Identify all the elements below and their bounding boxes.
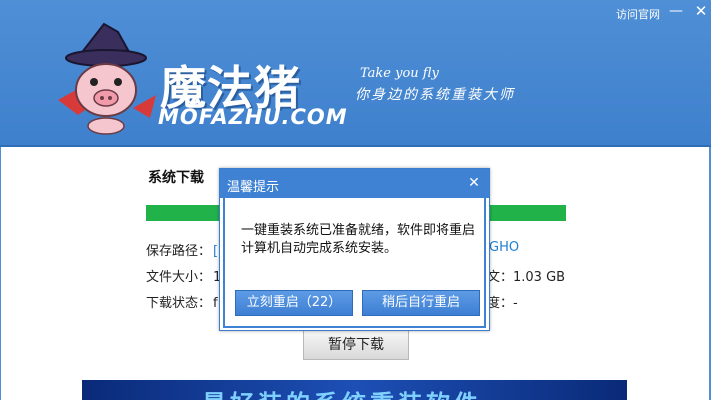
dialog-title: 温馨提示: [227, 180, 280, 195]
restart-later-button[interactable]: 稍后自行重启: [362, 290, 480, 316]
download-status-value: f: [213, 296, 218, 311]
download-speed-tail: 度：-: [487, 296, 518, 311]
download-status-row: 下载状态： f: [146, 292, 218, 311]
dialog-title-bar[interactable]: 温馨提示 ✕: [220, 169, 489, 198]
installer-window: 访问官网 — ✕ 魔法猪 MOFAZHU.COM Take you fly 你身…: [0, 0, 711, 400]
pig-mascot-icon: [58, 22, 156, 135]
section-title: 系统下载: [148, 170, 204, 186]
window-border-left: [0, 147, 1, 400]
visit-website-link[interactable]: 访问官网: [616, 6, 660, 22]
restart-prompt-dialog: 温馨提示 ✕ 一键重装系统已准备就绪，软件即将重启计算机自动完成系统安装。 立刻…: [219, 168, 490, 331]
file-size-label: 文件大小：: [146, 270, 212, 285]
save-path-tail: GHO: [489, 240, 520, 255]
dialog-close-button[interactable]: ✕: [465, 174, 483, 192]
slogan-english: Take you fly: [360, 66, 439, 81]
dialog-body: 一键重装系统已准备就绪，软件即将重启计算机自动完成系统安装。 立刻重启（22） …: [223, 198, 486, 328]
promo-banner-text: 最好装的系统重装软件: [202, 384, 482, 400]
save-path-label: 保存路径：: [146, 244, 212, 259]
header: 访问官网 — ✕ 魔法猪 MOFAZHU.COM Take you fly 你身…: [0, 0, 711, 145]
header-divider: [0, 145, 711, 147]
pause-download-button[interactable]: 暂停下载: [303, 330, 409, 360]
dialog-message: 一键重装系统已准备就绪，软件即将重启计算机自动完成系统安装。: [241, 223, 476, 256]
slogan-chinese: 你身边的系统重装大师: [355, 87, 515, 103]
save-path-row: 保存路径：[: [146, 240, 218, 259]
promo-banner[interactable]: 最好装的系统重装软件: [82, 380, 627, 400]
restart-now-button[interactable]: 立刻重启（22）: [235, 290, 353, 316]
close-window-button[interactable]: ✕: [689, 2, 711, 20]
file-size-tail: 文：1.03 GB: [487, 270, 566, 285]
brand-domain: MOFAZHU.COM: [158, 105, 348, 129]
download-status-label: 下载状态：: [146, 296, 212, 311]
save-path-value[interactable]: [: [213, 244, 218, 259]
minimize-button[interactable]: —: [664, 2, 688, 20]
file-size-row: 文件大小： 1: [146, 266, 221, 285]
